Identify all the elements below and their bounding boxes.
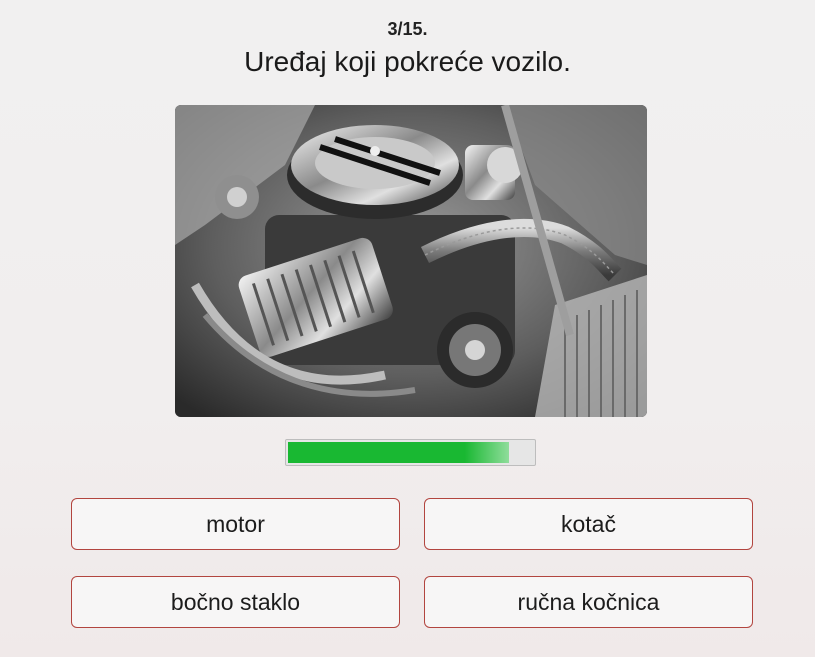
- question-counter: 3/15.: [387, 19, 428, 39]
- answer-button-motor[interactable]: motor: [71, 498, 400, 550]
- progress-bar-fill: [288, 442, 509, 463]
- answer-button-kotac[interactable]: kotač: [424, 498, 753, 550]
- answer-button-bocno-staklo[interactable]: bočno staklo: [71, 576, 400, 628]
- answer-button-rucna-kocnica[interactable]: ručna kočnica: [424, 576, 753, 628]
- question-text: Uređaj koji pokreće vozilo.: [244, 46, 571, 77]
- progress-bar: [285, 439, 536, 466]
- car-engine-photo: [175, 105, 647, 417]
